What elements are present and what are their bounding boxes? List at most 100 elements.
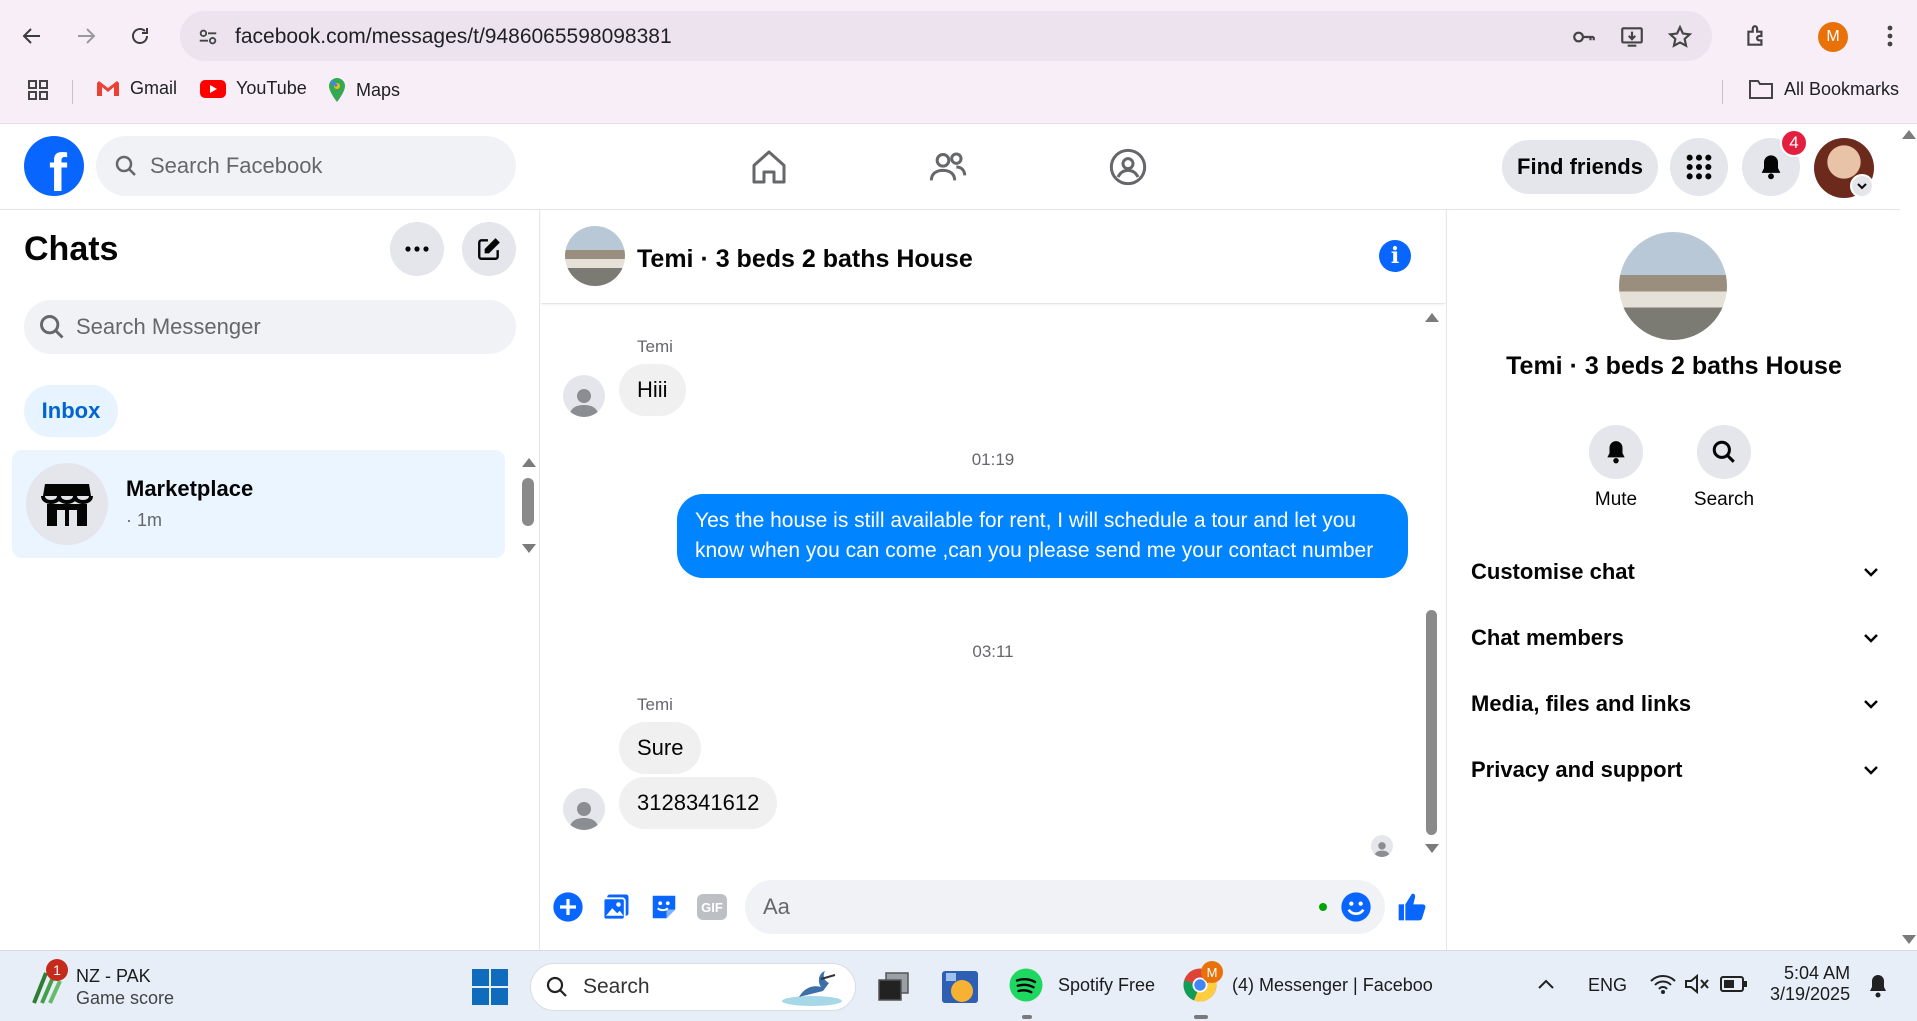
- browser-menu-icon[interactable]: [1872, 18, 1908, 54]
- task-view-button[interactable]: [876, 969, 912, 1005]
- file-explorer-app[interactable]: [940, 967, 980, 1007]
- taskbar-search-input[interactable]: Search: [530, 963, 856, 1011]
- clock-date: 3/19/2025: [1770, 984, 1851, 1004]
- spotify-icon: [1009, 968, 1043, 1002]
- bookmark-gmail[interactable]: Gmail: [96, 78, 177, 99]
- chat-options-button[interactable]: [390, 222, 444, 276]
- password-key-icon[interactable]: [1570, 23, 1598, 51]
- conversation-avatar[interactable]: [565, 226, 625, 286]
- chat-time: · 1m: [126, 510, 162, 530]
- battery-icon[interactable]: [1720, 975, 1748, 993]
- sender-avatar: [563, 375, 605, 417]
- apps-grid-icon[interactable]: [26, 78, 50, 102]
- incoming-message[interactable]: Hiii: [619, 364, 686, 416]
- conversation-info-icon[interactable]: i: [1379, 240, 1411, 272]
- reload-button[interactable]: [122, 18, 158, 54]
- conversation-title[interactable]: Temi · 3 beds 2 baths House: [637, 245, 973, 274]
- outgoing-message[interactable]: Yes the house is still available for ren…: [677, 494, 1408, 578]
- chat-info-title: Temi · 3 beds 2 baths House: [1506, 352, 1842, 380]
- notification-count-badge: 4: [1780, 129, 1808, 157]
- photo-icon: [602, 894, 629, 921]
- windows-taskbar: 1 NZ - PAK Game score Search Spotify Fre…: [0, 950, 1917, 1021]
- news-widget[interactable]: 1 NZ - PAK Game score: [28, 959, 174, 1009]
- media-files-links-section[interactable]: Media, files and links: [1471, 684, 1881, 724]
- wifi-icon[interactable]: [1650, 973, 1676, 995]
- incoming-message[interactable]: Sure: [619, 722, 702, 774]
- extensions-icon[interactable]: [1738, 18, 1774, 54]
- chevron-down-icon: [1864, 700, 1878, 709]
- all-bookmarks-button[interactable]: All Bookmarks: [1748, 78, 1899, 100]
- url-text[interactable]: facebook.com/messages/t/9486065598098381: [235, 25, 672, 49]
- notification-center-icon[interactable]: [1866, 973, 1890, 999]
- gif-icon: GIF: [697, 894, 727, 920]
- more-actions-button[interactable]: [551, 890, 585, 924]
- volume-muted-icon[interactable]: [1684, 973, 1710, 995]
- bell-icon: [1761, 155, 1781, 180]
- language-indicator[interactable]: ENG: [1588, 975, 1627, 996]
- friends-nav-icon[interactable]: [925, 144, 971, 190]
- bookmark-maps[interactable]: Maps: [328, 78, 400, 102]
- conversation-scrollbar-thumb[interactable]: [1426, 610, 1437, 835]
- attach-photo-button[interactable]: [599, 890, 633, 924]
- spotify-app[interactable]: Spotify Free: [1008, 967, 1155, 1003]
- maps-pin-icon: [329, 78, 345, 102]
- gif-button[interactable]: GIF: [695, 890, 729, 924]
- emoji-icon: [1341, 892, 1371, 922]
- chat-list-item[interactable]: Marketplace · 1m: [12, 450, 505, 558]
- start-button[interactable]: [472, 969, 508, 1005]
- scroll-down-arrow[interactable]: [522, 544, 536, 553]
- bookmark-youtube[interactable]: YouTube: [200, 78, 307, 99]
- conversation-pane: Temi · 3 beds 2 baths House i Temi Hiii …: [541, 210, 1445, 950]
- chevron-down-icon: [1864, 634, 1878, 643]
- bookmark-star-icon[interactable]: [1666, 23, 1694, 51]
- compose-icon: [478, 238, 500, 260]
- person-icon: [569, 802, 599, 830]
- sidebar-scrollbar-thumb[interactable]: [522, 478, 534, 526]
- search-in-conversation-button[interactable]: Search: [1679, 425, 1769, 511]
- tab-inbox[interactable]: Inbox: [24, 385, 118, 437]
- privacy-support-section[interactable]: Privacy and support: [1471, 750, 1881, 790]
- show-hidden-icons-button[interactable]: [1536, 975, 1556, 995]
- page-scroll-up-arrow[interactable]: [1902, 130, 1916, 139]
- account-chevron-icon[interactable]: [1850, 174, 1874, 198]
- sticker-button[interactable]: [647, 890, 681, 924]
- chat-members-section[interactable]: Chat members: [1471, 618, 1881, 658]
- search-icon: [1697, 425, 1751, 479]
- chat-info-avatar[interactable]: [1619, 232, 1727, 340]
- install-app-icon[interactable]: [1618, 23, 1646, 51]
- messenger-search-input[interactable]: Search Messenger: [24, 300, 516, 354]
- svg-text:GIF: GIF: [701, 900, 723, 915]
- scroll-down-arrow[interactable]: [1425, 844, 1439, 853]
- home-nav-icon[interactable]: [746, 144, 792, 190]
- incoming-message[interactable]: 3128341612: [619, 777, 778, 829]
- forward-button[interactable]: [68, 18, 104, 54]
- groups-nav-icon[interactable]: [1105, 144, 1151, 190]
- shop-icon: [41, 484, 93, 526]
- find-friends-button[interactable]: Find friends: [1502, 140, 1658, 194]
- mute-button[interactable]: Mute: [1571, 425, 1661, 511]
- chats-sidebar: Chats Search Messenger Inbox Marketplace…: [0, 210, 540, 950]
- site-info-icon[interactable]: [194, 23, 222, 51]
- like-button[interactable]: [1395, 890, 1429, 924]
- facebook-logo[interactable]: f: [24, 136, 84, 196]
- scroll-up-arrow[interactable]: [522, 458, 536, 467]
- bookmark-divider: [1722, 80, 1723, 104]
- folder-app-icon: [942, 971, 978, 1003]
- address-bar[interactable]: facebook.com/messages/t/9486065598098381: [180, 11, 1712, 61]
- facebook-search-input[interactable]: Search Facebook: [96, 136, 516, 196]
- browser-profile-avatar[interactable]: M: [1818, 22, 1848, 52]
- chevron-down-icon: [1864, 568, 1878, 577]
- chrome-app-label: (4) Messenger | Faceboo: [1232, 974, 1433, 995]
- youtube-icon: [200, 79, 226, 98]
- scroll-up-arrow[interactable]: [1425, 313, 1439, 322]
- page-scroll-down-arrow[interactable]: [1902, 935, 1916, 944]
- facebook-header: f Search Facebook Find friends 4: [0, 124, 1900, 210]
- message-input[interactable]: Aa: [745, 880, 1385, 934]
- clock[interactable]: 5:04 AM 3/19/2025: [1770, 963, 1850, 1005]
- customise-chat-section[interactable]: Customise chat: [1471, 552, 1881, 592]
- menu-grid-button[interactable]: [1670, 138, 1728, 196]
- back-button[interactable]: [14, 18, 50, 54]
- search-icon: [115, 155, 136, 176]
- new-message-button[interactable]: [462, 222, 516, 276]
- emoji-button[interactable]: [1339, 890, 1373, 924]
